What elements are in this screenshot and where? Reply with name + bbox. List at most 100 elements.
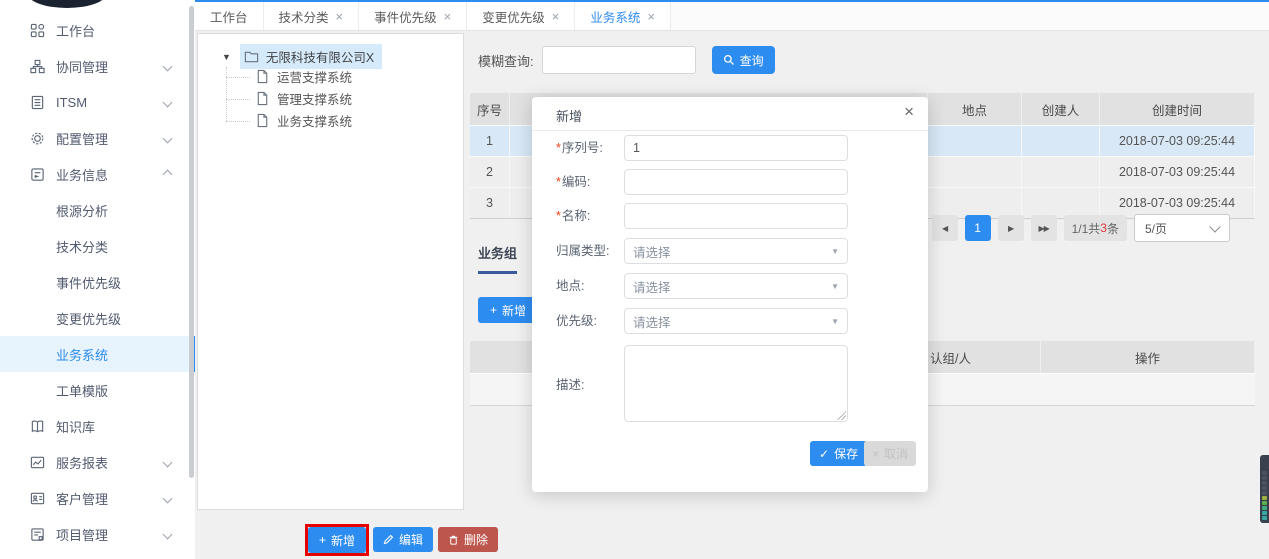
field-label-seq: *序列号:: [556, 135, 603, 161]
sidebar-item-label: 工作台: [56, 21, 95, 40]
sidebar-item-root-analysis[interactable]: 根源分析: [0, 192, 195, 228]
search-label: 模糊查询:: [478, 51, 534, 70]
seq-number-input[interactable]: [624, 135, 848, 161]
tab-change-priority[interactable]: 变更优先级 ×: [467, 2, 575, 30]
book-icon: [30, 419, 45, 434]
tab-workbench[interactable]: 工作台: [195, 2, 264, 30]
sidebar-item-label: ITSM: [56, 95, 87, 110]
widget-segment: [1262, 471, 1267, 475]
select-value: 请选择: [633, 277, 671, 296]
page-info-prefix: 1/1共: [1072, 220, 1101, 237]
tree-node-operation-support[interactable]: 运营支撑系统: [255, 67, 352, 86]
sidebar-item-incident-priority[interactable]: 事件优先级: [0, 264, 195, 300]
sidebar-item-knowledge-base[interactable]: 知识库: [0, 408, 195, 444]
cell-location: [928, 157, 1022, 187]
code-input[interactable]: [624, 169, 848, 195]
close-icon[interactable]: ×: [904, 103, 914, 120]
page-info-count: 3: [1100, 221, 1107, 235]
cancel-button[interactable]: × 取消: [864, 441, 916, 466]
sidebar-item-change-priority[interactable]: 变更优先级: [0, 300, 195, 336]
search-input[interactable]: [542, 46, 696, 74]
customer-icon: [30, 491, 45, 506]
search-button[interactable]: 查询: [712, 46, 775, 74]
page-next-button[interactable]: ▶: [998, 215, 1024, 241]
close-tab-icon[interactable]: ×: [647, 10, 655, 23]
delete-button-label: 删除: [464, 531, 488, 548]
save-button[interactable]: ✓ 保存: [810, 441, 867, 466]
field-label-owner-type: 归属类型:: [556, 238, 609, 264]
tab-incident-priority[interactable]: 事件优先级 ×: [359, 2, 467, 30]
annotation-highlight-box: + 新增: [305, 524, 369, 556]
main-content: 工作台 技术分类 × 事件优先级 × 变更优先级 × 业务系统 × ▼: [195, 0, 1269, 559]
page-info: 1/1共 3 条: [1064, 215, 1127, 241]
sidebar-item-customer-management[interactable]: 客户管理: [0, 480, 195, 516]
chevron-down-icon: [1209, 221, 1220, 232]
required-star: *: [556, 141, 561, 155]
file-icon: [255, 69, 270, 84]
sidebar-scrollbar[interactable]: [189, 6, 194, 478]
tree-root-node[interactable]: ▼ 无限科技有限公司X: [222, 44, 382, 69]
tree-root-label: 无限科技有限公司X: [266, 47, 374, 66]
sidebar-item-business-system[interactable]: 业务系统: [0, 336, 195, 372]
priority-select[interactable]: 请选择 ▼: [624, 308, 848, 334]
edit-button[interactable]: 编辑: [373, 527, 433, 552]
close-tab-icon[interactable]: ×: [552, 10, 560, 23]
tab-label: 事件优先级: [374, 7, 437, 26]
group-add-button[interactable]: + 新增: [478, 297, 538, 323]
chevron-up-icon: [163, 169, 173, 179]
sidebar-item-configuration[interactable]: 配置管理: [0, 120, 195, 156]
widget-segment: [1262, 511, 1267, 515]
sidebar-item-label: 业务信息: [56, 165, 108, 184]
sidebar-item-itsm[interactable]: ITSM: [0, 84, 195, 120]
page-size-select[interactable]: 5/页: [1134, 214, 1230, 242]
close-tab-icon[interactable]: ×: [444, 10, 452, 23]
page-number-button[interactable]: 1: [965, 215, 991, 241]
tree-guide-line: [226, 67, 227, 121]
owner-type-select[interactable]: 请选择 ▼: [624, 238, 848, 264]
sidebar-item-project-management[interactable]: 项目管理: [0, 516, 195, 552]
cell-seq: 1: [470, 126, 510, 156]
org-tree-panel: ▼ 无限科技有限公司X 运营支撑系统: [197, 33, 464, 510]
tab-business-system[interactable]: 业务系统 ×: [575, 2, 671, 30]
trash-icon: [448, 534, 459, 546]
cell-location: [928, 126, 1022, 156]
tree-node-management-support[interactable]: 管理支撑系统: [255, 89, 352, 108]
field-label-text: 描述:: [556, 378, 584, 392]
chevron-down-icon: [163, 133, 173, 143]
caret-down-icon[interactable]: ▼: [222, 52, 231, 62]
browser-extension-widget[interactable]: [1260, 455, 1269, 523]
page-last-button[interactable]: ▶▶: [1031, 215, 1057, 241]
tree-guide-line: [226, 121, 250, 122]
cell-seq: 2: [470, 157, 510, 187]
chevron-down-icon: [163, 457, 173, 467]
field-label-text: 序列号:: [562, 141, 603, 155]
sidebar-item-tech-category[interactable]: 技术分类: [0, 228, 195, 264]
delete-button[interactable]: 删除: [438, 527, 498, 552]
add-button-label: 新增: [331, 532, 355, 549]
sidebar-item-label: 根源分析: [56, 201, 108, 220]
business-group-tab[interactable]: 业务组: [478, 243, 517, 274]
resize-handle[interactable]: [837, 411, 846, 420]
widget-segment: [1262, 516, 1267, 520]
chevron-down-icon: [163, 97, 173, 107]
tab-tech-category[interactable]: 技术分类 ×: [264, 2, 360, 30]
sidebar-item-service-report[interactable]: 服务报表: [0, 444, 195, 480]
page-info-suffix: 条: [1107, 220, 1119, 237]
chevron-down-icon: [163, 493, 173, 503]
sidebar-item-workbench[interactable]: 工作台: [0, 12, 195, 48]
name-input[interactable]: [624, 203, 848, 229]
sidebar-item-ticket-template[interactable]: 工单模版: [0, 372, 195, 408]
location-select[interactable]: 请选择 ▼: [624, 273, 848, 299]
tree-root-selected[interactable]: 无限科技有限公司X: [240, 44, 382, 69]
page-prev-button[interactable]: ◀: [932, 215, 958, 241]
dialog-title: 新增: [556, 106, 582, 125]
sidebar-item-collaboration[interactable]: 协同管理: [0, 48, 195, 84]
description-textarea[interactable]: [624, 345, 848, 422]
tree-node-business-support[interactable]: 业务支撑系统: [255, 111, 352, 130]
add-button[interactable]: + 新增: [308, 527, 366, 553]
select-value: 请选择: [633, 312, 671, 331]
widget-segment: [1262, 501, 1267, 505]
close-tab-icon[interactable]: ×: [336, 10, 344, 23]
dropdown-arrow-icon: ▼: [831, 317, 839, 326]
sidebar-item-business-info[interactable]: 业务信息: [0, 156, 195, 192]
